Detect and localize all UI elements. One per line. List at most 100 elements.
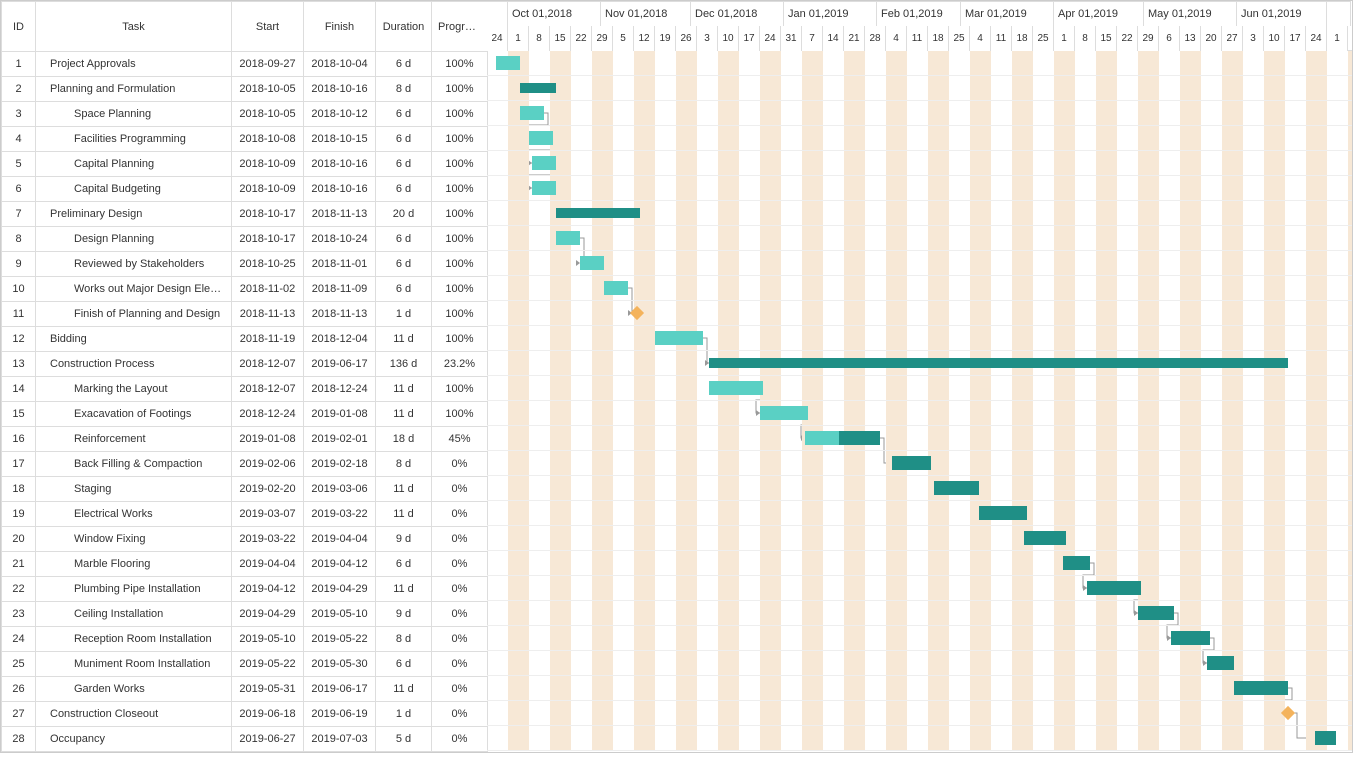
month-header: Dec 01,2018 [691, 1, 784, 26]
task-bar[interactable] [532, 156, 556, 170]
table-row[interactable]: 23Ceiling Installation2019-04-292019-05-… [2, 602, 488, 627]
cell-start: 2018-11-19 [232, 327, 304, 352]
table-row[interactable]: 7Preliminary Design2018-10-172018-11-132… [2, 202, 488, 227]
table-row[interactable]: 25Muniment Room Installation2019-05-2220… [2, 652, 488, 677]
table-row[interactable]: 26Garden Works2019-05-312019-06-1711 d0% [2, 677, 488, 702]
summary-bar[interactable] [520, 83, 556, 93]
task-bar[interactable] [1171, 631, 1210, 645]
day-header: 17 [739, 26, 760, 51]
table-row[interactable]: 18Staging2019-02-202019-03-0611 d0% [2, 477, 488, 502]
cell-duration: 136 d [376, 352, 432, 377]
task-bar[interactable] [1234, 681, 1288, 695]
cell-duration: 9 d [376, 527, 432, 552]
table-row[interactable]: 19Electrical Works2019-03-072019-03-2211… [2, 502, 488, 527]
table-row[interactable]: 24Reception Room Installation2019-05-102… [2, 627, 488, 652]
cell-id: 6 [2, 177, 36, 202]
table-row[interactable]: 1Project Approvals2018-09-272018-10-046 … [2, 52, 488, 77]
task-bar[interactable] [709, 381, 763, 395]
col-header-finish[interactable]: Finish [304, 2, 376, 52]
cell-id: 25 [2, 652, 36, 677]
progress-fill [709, 381, 763, 395]
cell-progress: 100% [432, 327, 488, 352]
table-row[interactable]: 28Occupancy2019-06-272019-07-035 d0% [2, 727, 488, 752]
gantt-row [487, 51, 1352, 76]
gantt-row [487, 276, 1352, 301]
task-bar[interactable] [1024, 531, 1066, 545]
task-bar[interactable] [979, 506, 1027, 520]
cell-id: 5 [2, 152, 36, 177]
day-header: 1 [1054, 26, 1075, 51]
table-row[interactable]: 27Construction Closeout2019-06-182019-06… [2, 702, 488, 727]
task-bar[interactable] [805, 431, 880, 445]
col-header-id[interactable]: ID [2, 2, 36, 52]
gantt-row [487, 576, 1352, 601]
table-row[interactable]: 16Reinforcement2019-01-082019-02-0118 d4… [2, 427, 488, 452]
day-header: 24 [487, 26, 508, 51]
task-bar[interactable] [934, 481, 979, 495]
table-row[interactable]: 6Capital Budgeting2018-10-092018-10-166 … [2, 177, 488, 202]
cell-id: 22 [2, 577, 36, 602]
task-bar[interactable] [529, 131, 553, 145]
table-row[interactable]: 17Back Filling & Compaction2019-02-06201… [2, 452, 488, 477]
task-bar[interactable] [760, 406, 808, 420]
task-bar[interactable] [1207, 656, 1234, 670]
table-row[interactable]: 12Bidding2018-11-192018-12-0411 d100% [2, 327, 488, 352]
cell-progress: 0% [432, 602, 488, 627]
cell-task: Project Approvals [36, 52, 232, 77]
task-bar[interactable] [604, 281, 628, 295]
gantt-row [487, 351, 1352, 376]
task-bar[interactable] [496, 56, 520, 70]
cell-progress: 100% [432, 102, 488, 127]
table-row[interactable]: 11Finish of Planning and Design2018-11-1… [2, 302, 488, 327]
task-bar[interactable] [532, 181, 556, 195]
table-row[interactable]: 10Works out Major Design Elements2018-11… [2, 277, 488, 302]
cell-progress: 0% [432, 527, 488, 552]
task-bar[interactable] [1138, 606, 1174, 620]
table-row[interactable]: 15Exacavation of Footings2018-12-242019-… [2, 402, 488, 427]
task-bar[interactable] [892, 456, 931, 470]
gantt-row [487, 251, 1352, 276]
cell-id: 9 [2, 252, 36, 277]
summary-bar[interactable] [556, 208, 640, 218]
milestone-marker[interactable] [630, 306, 644, 320]
col-header-duration[interactable]: Duration [376, 2, 432, 52]
table-row[interactable]: 13Construction Process2018-12-072019-06-… [2, 352, 488, 377]
task-bar[interactable] [655, 331, 703, 345]
milestone-marker[interactable] [1281, 706, 1295, 720]
table-row[interactable]: 5Capital Planning2018-10-092018-10-166 d… [2, 152, 488, 177]
cell-task: Marble Flooring [36, 552, 232, 577]
task-bar[interactable] [556, 231, 580, 245]
col-header-task[interactable]: Task [36, 2, 232, 52]
month-header [1327, 1, 1351, 26]
progress-fill [805, 431, 839, 445]
day-header: 12 [634, 26, 655, 51]
summary-bar[interactable] [709, 358, 1288, 368]
cell-finish: 2018-10-24 [304, 227, 376, 252]
task-bar[interactable] [1315, 731, 1336, 745]
cell-finish: 2019-03-22 [304, 502, 376, 527]
task-bar[interactable] [1087, 581, 1141, 595]
table-row[interactable]: 14Marking the Layout2018-12-072018-12-24… [2, 377, 488, 402]
table-row[interactable]: 3Space Planning2018-10-052018-10-126 d10… [2, 102, 488, 127]
table-row[interactable]: 20Window Fixing2019-03-222019-04-049 d0% [2, 527, 488, 552]
cell-finish: 2018-11-13 [304, 202, 376, 227]
col-header-start[interactable]: Start [232, 2, 304, 52]
table-row[interactable]: 22Plumbing Pipe Installation2019-04-1220… [2, 577, 488, 602]
table-row[interactable]: 8Design Planning2018-10-172018-10-246 d1… [2, 227, 488, 252]
cell-progress: 0% [432, 502, 488, 527]
cell-duration: 9 d [376, 602, 432, 627]
table-row[interactable]: 4Facilities Programming2018-10-082018-10… [2, 127, 488, 152]
table-row[interactable]: 2Planning and Formulation2018-10-052018-… [2, 77, 488, 102]
day-header: 21 [844, 26, 865, 51]
task-bar[interactable] [580, 256, 604, 270]
cell-progress: 100% [432, 402, 488, 427]
task-bar[interactable] [1063, 556, 1090, 570]
timeline-pane[interactable]: Oct 01,2018Nov 01,2018Dec 01,2018Jan 01,… [487, 1, 1352, 752]
col-header-progress[interactable]: Progress [432, 2, 488, 52]
cell-start: 2018-12-07 [232, 352, 304, 377]
table-row[interactable]: 9Reviewed by Stakeholders2018-10-252018-… [2, 252, 488, 277]
cell-progress: 45% [432, 427, 488, 452]
day-header: 15 [550, 26, 571, 51]
table-row[interactable]: 21Marble Flooring2019-04-042019-04-126 d… [2, 552, 488, 577]
task-bar[interactable] [520, 106, 544, 120]
